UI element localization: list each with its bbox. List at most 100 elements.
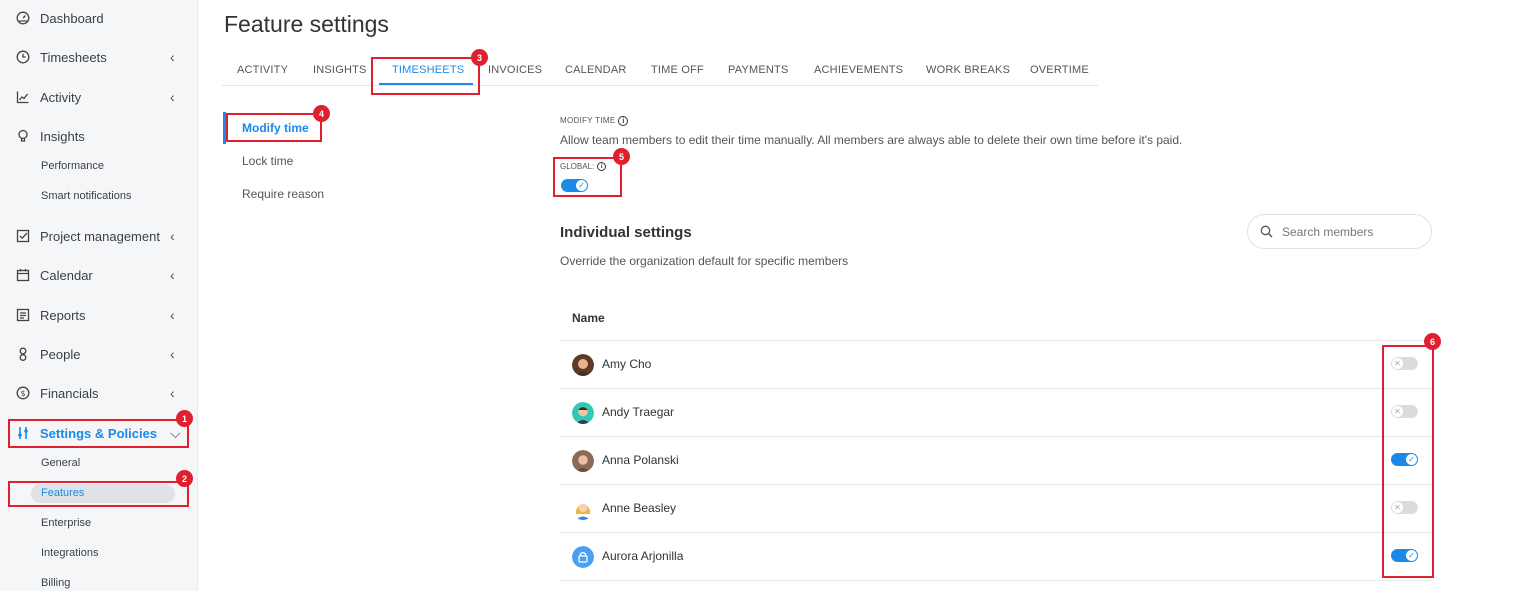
sliders-icon — [15, 425, 31, 441]
chevron-left-icon: ‹ — [170, 49, 175, 65]
svg-text:$: $ — [20, 389, 25, 398]
sidebar-sub-smart-notifications[interactable]: Smart notifications — [41, 186, 131, 206]
submenu-require-reason[interactable]: Require reason — [242, 187, 324, 201]
dollar-icon: $ — [15, 385, 31, 401]
check-icon: ✓ — [576, 180, 587, 191]
sidebar-item-label: Calendar — [40, 267, 93, 283]
member-toggle[interactable]: ✓ — [1391, 549, 1418, 562]
sidebar-item-people[interactable]: People ‹ — [0, 339, 197, 369]
sidebar-item-calendar[interactable]: Calendar ‹ — [0, 260, 197, 290]
sidebar-item-settings-policies[interactable]: Settings & Policies ⌵ — [0, 418, 197, 448]
table-row: Anna Polanski ✓ — [560, 436, 1432, 484]
member-name: Amy Cho — [602, 357, 652, 371]
lightbulb-icon — [15, 128, 31, 144]
sidebar-item-activity[interactable]: Activity ‹ — [0, 82, 197, 112]
search-icon — [1260, 225, 1273, 243]
table-row: Amy Cho ✕ — [560, 340, 1432, 388]
sidebar-item-insights[interactable]: Insights — [0, 121, 197, 151]
tab-achievements[interactable]: ACHIEVEMENTS — [814, 64, 903, 76]
search-input[interactable] — [1282, 223, 1422, 241]
sidebar-item-label: Dashboard — [40, 10, 104, 26]
member-name: Aurora Arjonilla — [602, 549, 684, 563]
table-row: Anne Beasley ✕ — [560, 484, 1432, 532]
member-toggle[interactable]: ✓ — [1391, 453, 1418, 466]
x-icon: ✕ — [1392, 502, 1403, 513]
sidebar-item-reports[interactable]: Reports ‹ — [0, 300, 197, 330]
tab-calendar[interactable]: CALENDAR — [565, 64, 627, 76]
check-icon: ✓ — [1406, 454, 1417, 465]
annotation-badge-4: 4 — [313, 105, 330, 122]
annotation-badge-6: 6 — [1424, 333, 1441, 350]
sidebar-item-project-management[interactable]: Project management ‹ — [0, 221, 197, 251]
page-title: Feature settings — [224, 11, 389, 37]
sidebar-item-label: Settings & Policies — [40, 425, 158, 441]
x-icon: ✕ — [1392, 358, 1403, 369]
sidebar-item-label: Financials — [40, 385, 99, 401]
search-members-box[interactable] — [1247, 214, 1432, 249]
report-icon — [15, 307, 31, 323]
sidebar-item-label: Timesheets — [40, 49, 107, 65]
sidebar-sub-enterprise[interactable]: Enterprise — [41, 513, 91, 533]
person-icon — [15, 346, 31, 362]
sidebar-item-dashboard[interactable]: Dashboard — [0, 3, 197, 33]
sidebar-sub-features[interactable]: Features — [31, 484, 175, 503]
clock-icon — [15, 49, 31, 65]
sidebar-sub-general[interactable]: General — [41, 453, 80, 473]
member-name: Anna Polanski — [602, 453, 679, 467]
sidebar-item-label: People — [40, 346, 81, 362]
sidebar-sub-label: Features — [41, 487, 85, 499]
submenu-modify-time[interactable]: Modify time — [242, 121, 309, 135]
sidebar-item-financials[interactable]: $ Financials ‹ — [0, 378, 197, 408]
sidebar-sub-integrations[interactable]: Integrations — [41, 543, 98, 563]
chevron-left-icon: ‹ — [170, 267, 175, 283]
table-divider — [560, 580, 1432, 581]
global-toggle[interactable]: ✓ — [561, 179, 588, 192]
member-toggle[interactable]: ✕ — [1391, 501, 1418, 514]
avatar — [572, 402, 594, 424]
sidebar-item-label: Reports — [40, 307, 86, 323]
column-header-name: Name — [572, 311, 605, 325]
member-toggle[interactable]: ✕ — [1391, 357, 1418, 370]
tab-invoices[interactable]: INVOICES — [488, 64, 542, 76]
modify-time-label-text: MODIFY TIME — [560, 116, 616, 126]
sidebar: Dashboard Timesheets ‹ Activity ‹ Insigh… — [0, 0, 198, 591]
avatar — [572, 450, 594, 472]
annotation-badge-3: 3 — [471, 49, 488, 66]
individual-settings-description: Override the organization default for sp… — [560, 254, 849, 268]
member-name: Andy Traegar — [602, 405, 675, 419]
info-icon[interactable]: i — [618, 116, 629, 126]
tab-activity[interactable]: ACTIVITY — [237, 64, 288, 76]
tab-insights[interactable]: INSIGHTS — [313, 64, 367, 76]
chevron-left-icon: ‹ — [170, 307, 175, 323]
chevron-left-icon: ‹ — [170, 228, 175, 244]
chevron-down-icon: ⌵ — [170, 424, 181, 441]
sidebar-sub-performance[interactable]: Performance — [41, 156, 104, 176]
sidebar-item-label: Activity — [40, 89, 82, 105]
tab-work-breaks[interactable]: WORK BREAKS — [926, 64, 1010, 76]
checkbox-icon — [15, 228, 31, 244]
tab-bar: ACTIVITY INSIGHTS TIMESHEETS INVOICES CA… — [222, 60, 1098, 86]
x-icon: ✕ — [1392, 406, 1403, 417]
chevron-left-icon: ‹ — [170, 346, 175, 362]
tab-overtime[interactable]: OVERTIME — [1030, 64, 1089, 76]
submenu-active-indicator — [223, 112, 226, 144]
member-toggle[interactable]: ✕ — [1391, 405, 1418, 418]
active-tab-indicator — [379, 83, 473, 85]
avatar — [572, 546, 594, 568]
annotation-badge-1: 1 — [176, 410, 193, 427]
sidebar-item-label: Project management — [40, 228, 160, 244]
tab-payments[interactable]: PAYMENTS — [728, 64, 788, 76]
modify-time-description: Allow team members to edit their time ma… — [560, 133, 1183, 147]
annotation-badge-5: 5 — [613, 148, 630, 165]
submenu-lock-time[interactable]: Lock time — [242, 154, 293, 168]
sidebar-sub-billing[interactable]: Billing — [41, 573, 70, 591]
tab-time-off[interactable]: TIME OFF — [651, 64, 704, 76]
chevron-left-icon: ‹ — [170, 385, 175, 401]
sidebar-item-timesheets[interactable]: Timesheets ‹ — [0, 42, 197, 72]
member-name: Anne Beasley — [602, 501, 677, 515]
check-icon: ✓ — [1406, 550, 1417, 561]
tab-timesheets[interactable]: TIMESHEETS — [392, 64, 464, 76]
info-icon[interactable]: i — [597, 162, 607, 172]
global-label: GLOBAL: i — [560, 162, 607, 172]
annotation-badge-2: 2 — [176, 470, 193, 487]
